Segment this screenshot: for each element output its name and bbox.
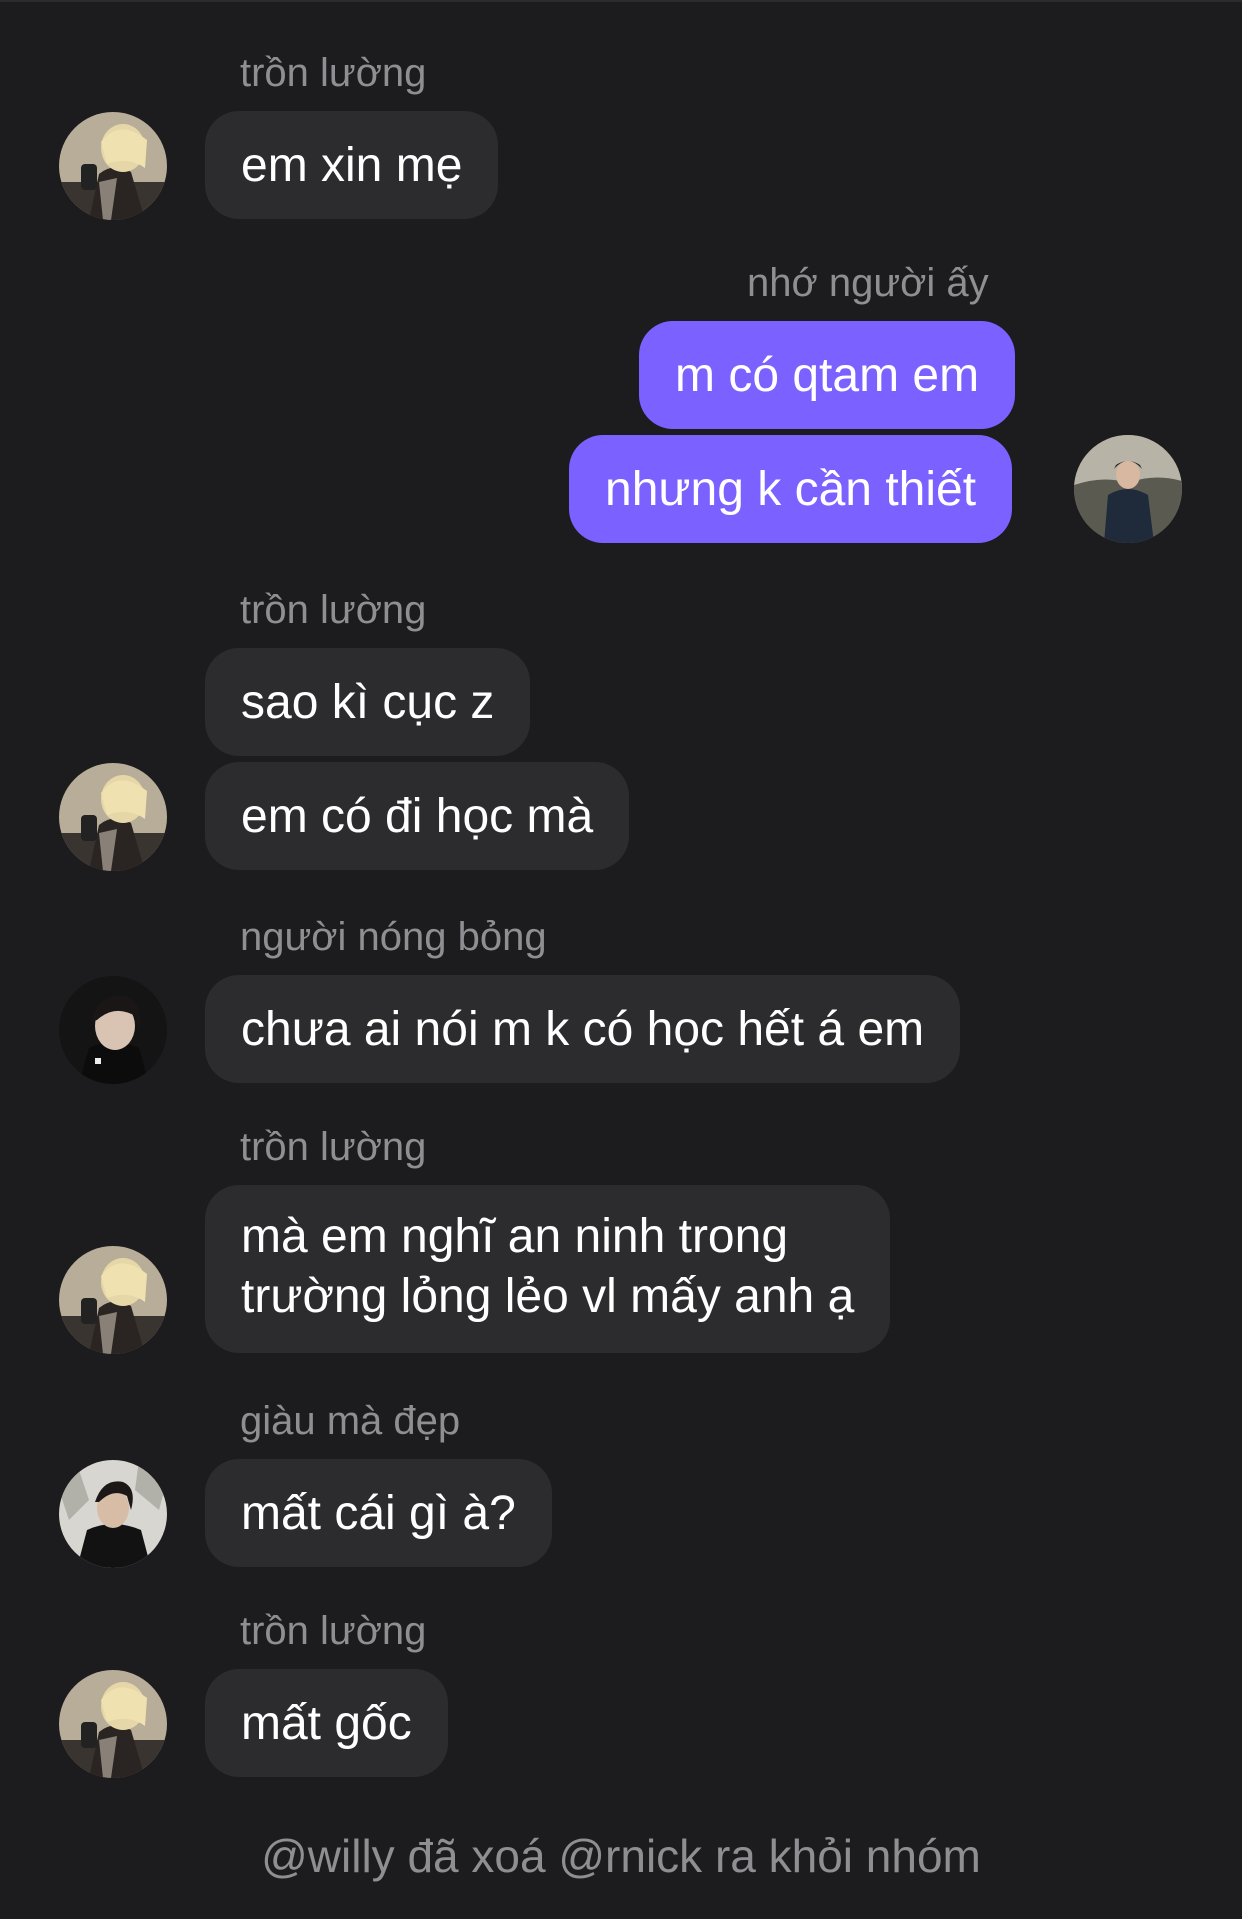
sender-name: trồn lường	[240, 51, 427, 95]
message-line: mà em nghĩ an ninh trong	[241, 1210, 789, 1263]
avatar[interactable]	[1074, 435, 1182, 543]
avatar[interactable]	[59, 763, 167, 871]
system-message: @willy đã xoá @rnick ra khỏi nhóm	[261, 1830, 981, 1882]
message-bubble[interactable]: mất cái gì à?	[205, 1459, 552, 1567]
sender-name: giàu mà đẹp	[240, 1399, 461, 1443]
message-bubble[interactable]: m có qtam em	[639, 321, 1016, 429]
message-bubble[interactable]: chưa ai nói m k có học hết á em	[205, 975, 961, 1083]
avatar[interactable]	[59, 1670, 167, 1778]
avatar[interactable]	[59, 976, 167, 1084]
sender-name: trồn lường	[240, 1609, 427, 1653]
message-bubble[interactable]: nhưng k cần thiết	[569, 435, 1013, 543]
sender-name: trồn lường	[240, 588, 427, 632]
message-line: trường lỏng lẻo vl mấy anh ạ	[241, 1270, 855, 1323]
avatar[interactable]	[59, 112, 167, 220]
message-bubble[interactable]: em xin mẹ	[205, 111, 499, 219]
avatar[interactable]	[59, 1246, 167, 1354]
message-bubble[interactable]: mà em nghĩ an ninh trong trường lỏng lẻo…	[205, 1185, 891, 1353]
sender-name: trồn lường	[240, 1125, 427, 1169]
message-bubble[interactable]: mất gốc	[205, 1669, 448, 1777]
message-bubble[interactable]: sao kì cục z	[205, 648, 531, 756]
message-bubble[interactable]: em có đi học mà	[205, 762, 630, 870]
sender-name: nhớ người ấy	[747, 261, 989, 305]
sender-name: người nóng bỏng	[240, 915, 547, 959]
avatar[interactable]	[59, 1460, 167, 1568]
top-divider	[0, 0, 1242, 2]
